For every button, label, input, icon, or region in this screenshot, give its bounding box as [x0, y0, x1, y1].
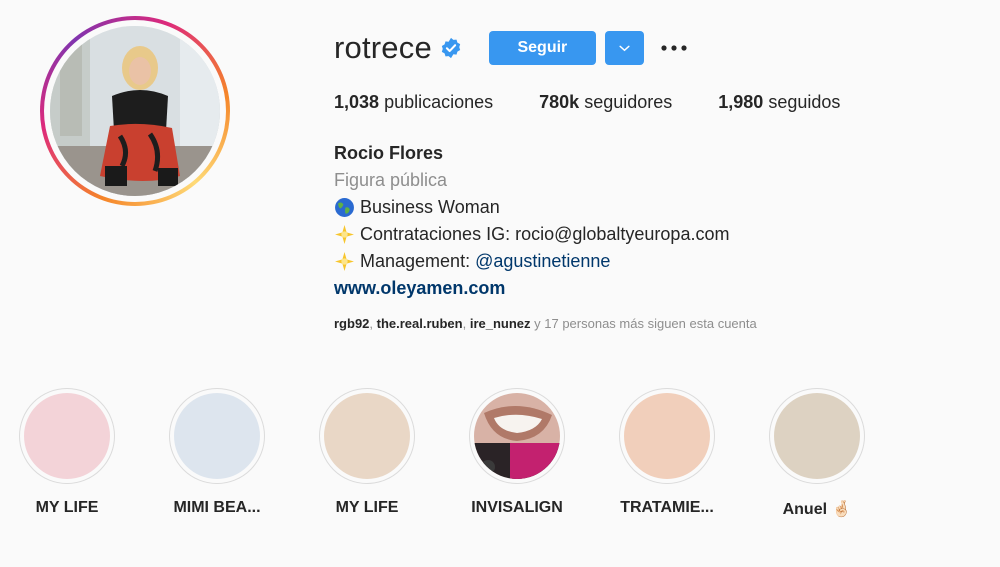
posts-label: publicaciones	[384, 92, 494, 112]
suggested-accounts-dropdown-button[interactable]	[604, 31, 644, 65]
posts-stat: 1,038 publicaciones	[334, 92, 493, 113]
highlight-label: INVISALIGN	[471, 499, 563, 516]
highlight-item[interactable]: INVISALIGN	[447, 388, 587, 517]
highlight-label: MY LIFE	[35, 499, 99, 516]
bio-line-1: Business Woman	[334, 194, 729, 221]
profile-bio: Rocio Flores Figura pública Business Wom…	[334, 140, 729, 302]
sparkle-star-icon	[335, 225, 354, 244]
profile-avatar[interactable]	[40, 16, 230, 206]
highlight-cover	[174, 393, 260, 479]
bio-line-2-text: Contrataciones IG: rocio@globaltyeuropa.…	[360, 224, 730, 244]
following-count: 1,980	[718, 92, 764, 112]
bio-line-2: Contrataciones IG: rocio@globaltyeuropa.…	[334, 221, 729, 248]
highlight-item[interactable]: Anuel 🤞🏻	[747, 388, 887, 519]
highlight-label: MY LIFE	[335, 499, 399, 516]
category-label: Figura pública	[334, 170, 448, 190]
followed-by-user-3[interactable]: ire_nunez	[470, 316, 531, 331]
full-name: Rocio Flores	[334, 143, 444, 163]
more-options-button[interactable]	[659, 33, 689, 63]
followed-by: rgb92, the.real.ruben, ire_nunez y 17 pe…	[334, 316, 757, 331]
following-stat[interactable]: 1,980 seguidos	[718, 92, 840, 113]
chevron-down-icon	[619, 45, 630, 51]
highlight-cover	[324, 393, 410, 479]
highlight-label: TRATAMIE...	[620, 499, 714, 516]
bio-line-3-prefix: Management:	[360, 251, 476, 271]
profile-username: rotrece	[334, 30, 432, 65]
highlight-cover	[774, 393, 860, 479]
management-mention-link[interactable]: @agustinetienne	[475, 248, 610, 275]
highlight-item[interactable]: MY LIFE	[297, 388, 437, 517]
bio-line-1-text: Business Woman	[360, 197, 500, 217]
ellipsis-icon	[661, 45, 687, 51]
avatar-image	[50, 26, 220, 196]
posts-count: 1,038	[334, 92, 380, 112]
highlight-item[interactable]: MIMI BEA...	[147, 388, 287, 517]
highlight-cover	[24, 393, 110, 479]
followed-by-rest[interactable]: y 17 personas más siguen esta cuenta	[531, 316, 757, 331]
website-link[interactable]: www.oleyamen.com	[334, 275, 729, 302]
profile-stats: 1,038 publicaciones 780k seguidores 1,98…	[334, 92, 886, 113]
verified-badge-icon	[440, 37, 462, 59]
highlight-label: Anuel 🤞🏻	[782, 501, 852, 518]
follow-button[interactable]: Seguir	[488, 31, 596, 65]
highlight-label: MIMI BEA...	[173, 499, 261, 516]
followers-label: seguidores	[584, 92, 673, 112]
profile-header: rotrece Seguir	[334, 28, 689, 68]
globe-icon	[335, 198, 354, 217]
sparkle-star-icon	[335, 252, 354, 271]
followers-count: 780k	[539, 92, 580, 112]
highlight-cover	[474, 393, 560, 479]
bio-line-3: Management: @agustinetienne	[334, 248, 729, 275]
highlight-item[interactable]: TRATAMIE...	[597, 388, 737, 517]
followers-stat[interactable]: 780k seguidores	[539, 92, 672, 113]
highlight-item[interactable]: MY LIFE	[0, 388, 137, 517]
avatar-photo	[50, 26, 220, 196]
followed-by-user-2[interactable]: the.real.ruben	[377, 316, 463, 331]
highlight-cover	[624, 393, 710, 479]
following-label: seguidos	[768, 92, 841, 112]
followed-by-user-1[interactable]: rgb92	[334, 316, 369, 331]
